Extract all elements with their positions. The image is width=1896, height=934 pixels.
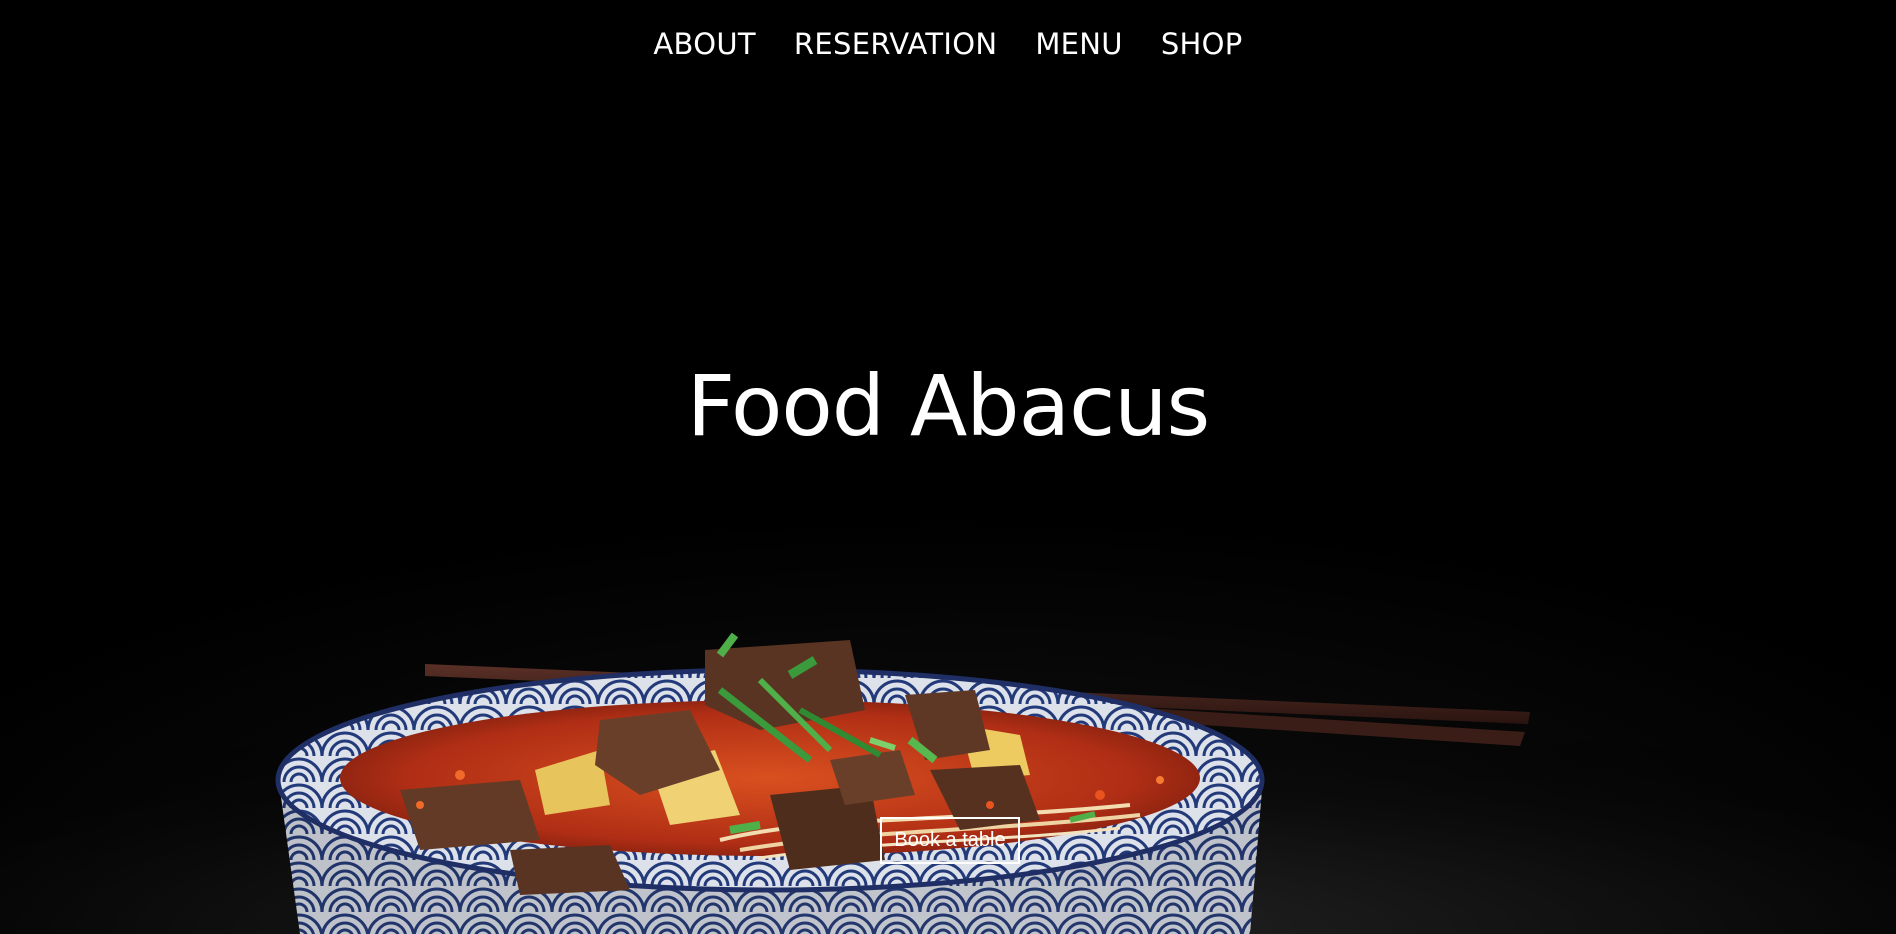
nav-link-about[interactable]: ABOUT: [653, 24, 756, 64]
nav-link-shop[interactable]: SHOP: [1161, 24, 1243, 64]
top-nav: ABOUT RESERVATION MENU SHOP: [0, 24, 1896, 64]
hero-title: Food Abacus: [686, 357, 1211, 455]
nav-link-menu[interactable]: MENU: [1035, 24, 1122, 64]
hero-section: ABOUT RESERVATION MENU SHOP Food Abacus: [0, 0, 1896, 934]
hero-food-image: [0, 600, 1896, 934]
nav-link-reservation[interactable]: RESERVATION: [794, 24, 997, 64]
book-table-button[interactable]: Book a table: [880, 817, 1020, 864]
